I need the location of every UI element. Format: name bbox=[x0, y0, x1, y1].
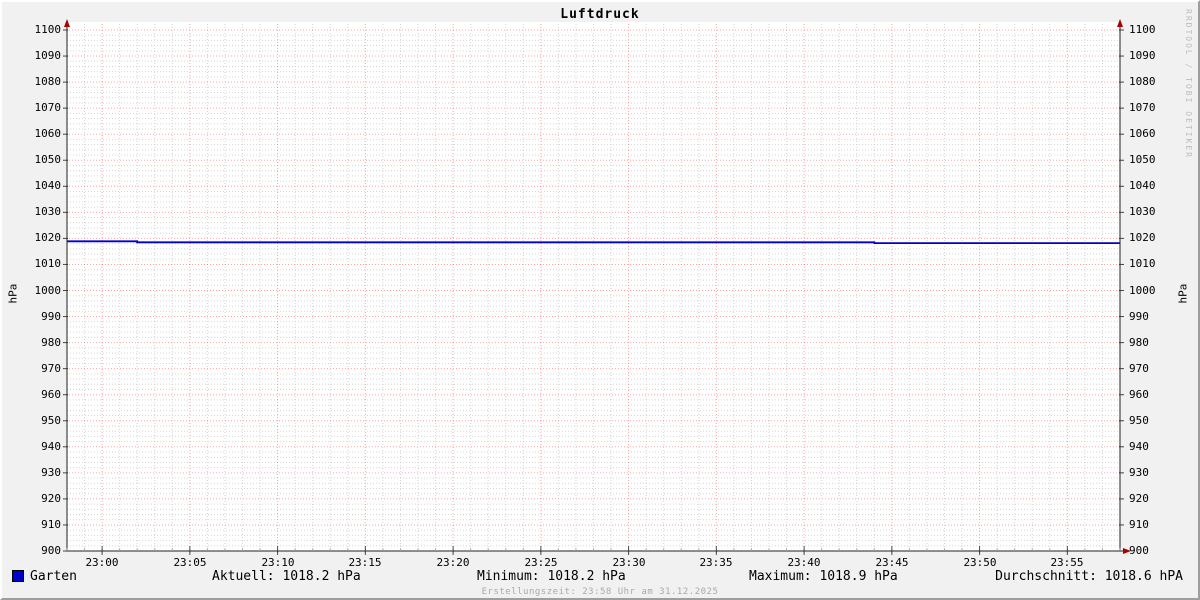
series-legend-label: Garten bbox=[30, 569, 77, 584]
y-tick-label: 1090 bbox=[1129, 49, 1156, 62]
y-tick-label: 920 bbox=[41, 492, 61, 505]
y-tick-label: 1060 bbox=[1129, 127, 1156, 140]
y-axis-right-title: hPa bbox=[1176, 283, 1190, 304]
stat-aktuell: Aktuell: 1018.2 hPa bbox=[212, 569, 361, 584]
y-tick-label: 940 bbox=[1129, 440, 1149, 453]
y-tick-label: 980 bbox=[41, 336, 61, 349]
x-tick-label: 23:25 bbox=[524, 556, 558, 569]
y-tick-label: 940 bbox=[41, 440, 61, 453]
x-tick-label: 23:40 bbox=[787, 556, 821, 569]
x-tick-label: 23:10 bbox=[261, 556, 295, 569]
y-tick-label: 900 bbox=[41, 544, 61, 557]
x-tick-label: 23:00 bbox=[85, 556, 119, 569]
y-tick-label: 930 bbox=[41, 466, 61, 479]
y-tick-label: 1060 bbox=[34, 127, 62, 140]
y-tick-label: 1050 bbox=[1129, 153, 1156, 166]
y-tick-label: 910 bbox=[41, 518, 61, 531]
y-tick-label: 1100 bbox=[1129, 23, 1156, 36]
y-tick-label: 960 bbox=[1129, 388, 1149, 401]
y-tick-label: 1010 bbox=[34, 257, 62, 270]
y-tick-label: 1070 bbox=[1129, 101, 1156, 114]
y-tick-label: 1000 bbox=[1129, 284, 1156, 297]
y-tick-label: 1010 bbox=[1129, 257, 1156, 270]
x-tick-label: 23:05 bbox=[173, 556, 207, 569]
y-tick-label: 1040 bbox=[34, 179, 62, 192]
x-tick-label: 23:45 bbox=[875, 556, 909, 569]
y-tick-label: 990 bbox=[41, 310, 61, 323]
y-tick-label: 1080 bbox=[34, 75, 62, 88]
x-tick-label: 23:35 bbox=[699, 556, 733, 569]
stat-minimum: Minimum: 1018.2 hPa bbox=[477, 569, 626, 584]
y-tick-label: 930 bbox=[1129, 466, 1149, 479]
rrdtool-watermark: RRDTOOL / TOBI OETIKER bbox=[1184, 9, 1193, 159]
x-tick-label: 23:30 bbox=[612, 556, 646, 569]
y-tick-label: 920 bbox=[1129, 492, 1149, 505]
y-tick-label: 900 bbox=[1129, 544, 1149, 557]
y-tick-label: 1090 bbox=[34, 49, 62, 62]
y-tick-label: 1020 bbox=[34, 231, 62, 244]
x-tick-label: 23:15 bbox=[348, 556, 382, 569]
y-tick-label: 960 bbox=[41, 388, 61, 401]
y-tick-label: 1080 bbox=[1129, 75, 1156, 88]
legend-row: Garten Aktuell: 1018.2 hPa Minimum: 1018… bbox=[2, 569, 1198, 585]
y-tick-label: 950 bbox=[1129, 414, 1149, 427]
x-tick-label: 23:50 bbox=[963, 556, 997, 569]
rrdtool-pressure-graph: Luftdruck 1100 1090 1080 1070 1060 1050 1040 10… bbox=[0, 0, 1200, 600]
y-tick-label: 980 bbox=[1129, 336, 1149, 349]
y-tick-label: 1070 bbox=[34, 101, 62, 114]
y-tick-label: 1050 bbox=[34, 153, 62, 166]
x-tick-label: 23:20 bbox=[436, 556, 470, 569]
x-tick-label: 23:55 bbox=[1050, 556, 1084, 569]
y-tick-label: 1030 bbox=[1129, 205, 1156, 218]
y-tick-label: 1100 bbox=[34, 23, 62, 36]
series-color-swatch bbox=[12, 570, 24, 582]
stat-maximum: Maximum: 1018.9 hPa bbox=[749, 569, 898, 584]
y-tick-label: 910 bbox=[1129, 518, 1149, 531]
stat-durchschnitt: Durchschnitt: 1018.6 hPA bbox=[995, 569, 1183, 584]
y-tick-label: 1030 bbox=[34, 205, 62, 218]
y-axis-left-title: hPa bbox=[6, 283, 20, 304]
plot-canvas bbox=[63, 19, 1131, 555]
y-tick-label: 950 bbox=[41, 414, 61, 427]
y-tick-label: 970 bbox=[1129, 362, 1149, 375]
y-tick-label: 970 bbox=[41, 362, 61, 375]
y-tick-label: 1040 bbox=[1129, 179, 1156, 192]
y-tick-label: 1020 bbox=[1129, 231, 1156, 244]
creation-timestamp: Erstellungszeit: 23:58 Uhr am 31.12.2025 bbox=[481, 587, 719, 597]
y-tick-label: 990 bbox=[1129, 310, 1149, 323]
